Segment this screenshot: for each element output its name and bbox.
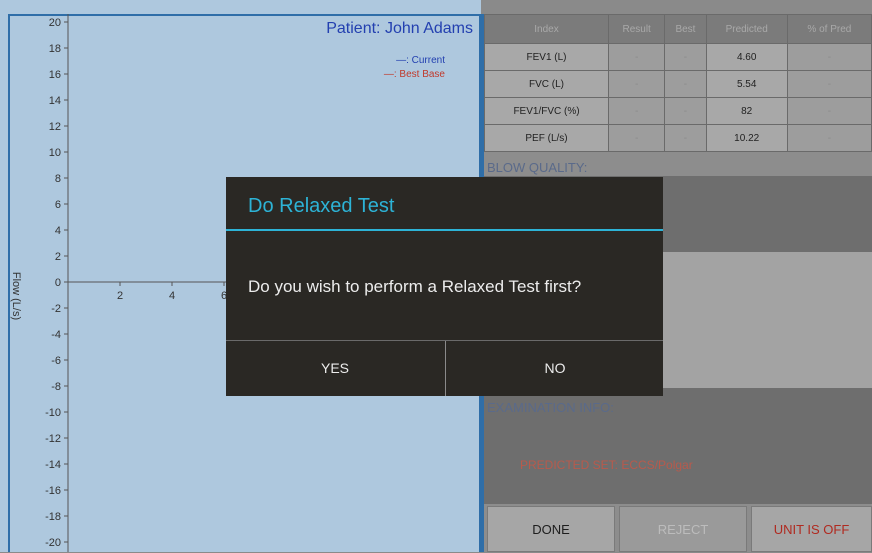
predicted-set-text: PREDICTED SET: ECCS/Polgar (520, 458, 693, 472)
row-index-cell: FEV1/FVC (%) (483, 97, 610, 125)
best-cell: - (664, 97, 707, 125)
results-table: Index Result Best Predicted % of Pred FE… (483, 14, 872, 152)
y-tick-label: -10 (45, 407, 61, 419)
legend-current: —: Current (396, 55, 445, 66)
y-tick-label: 0 (55, 277, 61, 289)
relaxed-test-dialog: Do Relaxed Test Do you wish to perform a… (226, 177, 663, 396)
dialog-divider (226, 229, 663, 231)
pct-pred-cell: - (786, 43, 872, 71)
action-buttons: DONE REJECT UNIT IS OFF (484, 506, 872, 552)
result-cell: - (608, 70, 666, 98)
col-header-predicted: Predicted (705, 14, 788, 44)
table-row: PEF (L/s) - - 10.22 - (483, 124, 872, 152)
predicted-cell: 82 (705, 97, 788, 125)
y-tick-label: 10 (49, 147, 61, 159)
table-row: FEV1/FVC (%) - - 82 - (483, 97, 872, 125)
row-index-cell: FEV1 (L) (483, 43, 610, 71)
pct-pred-cell: - (786, 97, 872, 125)
pct-pred-cell: - (786, 124, 872, 152)
best-cell: - (664, 124, 707, 152)
y-tick-label: -12 (45, 433, 61, 445)
yes-button[interactable]: YES (226, 341, 444, 396)
result-cell: - (608, 43, 666, 71)
y-tick-label: 2 (55, 251, 61, 263)
y-tick-label: 12 (49, 121, 61, 133)
dialog-message: Do you wish to perform a Relaxed Test fi… (248, 277, 582, 296)
predicted-cell: 10.22 (705, 124, 788, 152)
y-tick-label: 20 (49, 17, 61, 29)
reject-button[interactable]: REJECT (619, 506, 747, 552)
no-button[interactable]: NO (445, 341, 664, 396)
unit-status-button[interactable]: UNIT IS OFF (751, 506, 872, 552)
patient-title: Patient: John Adams (326, 20, 473, 37)
row-index-cell: FVC (L) (483, 70, 610, 98)
row-index-cell: PEF (L/s) (483, 124, 610, 152)
col-header-result: Result (608, 14, 666, 44)
y-tick-label: -4 (51, 329, 61, 341)
legend-best-base: —: Best Base (383, 69, 445, 80)
col-header-index: Index (483, 14, 610, 44)
y-tick-label: -6 (51, 355, 61, 367)
col-header-pct-pred: % of Pred (786, 14, 872, 44)
y-tick-label: -14 (45, 459, 61, 471)
dialog-button-bar: YES NO (226, 340, 663, 396)
y-tick-label: 18 (49, 43, 61, 55)
exam-info-label: EXAMINATION INFO: (487, 400, 614, 415)
y-tick-label: -20 (45, 537, 61, 549)
col-header-best: Best (664, 14, 707, 44)
y-tick-label: 6 (55, 199, 61, 211)
y-tick-label: 16 (49, 69, 61, 81)
y-tick-label: 8 (55, 173, 61, 185)
pct-pred-cell: - (786, 70, 872, 98)
y-tick-label: -16 (45, 485, 61, 497)
y-tick-label: -18 (45, 511, 61, 523)
table-row: FEV1 (L) - - 4.60 - (483, 43, 872, 71)
y-axis-label: Flow (L/s) (10, 271, 23, 321)
chart-legend: —: Current —: Best Base (384, 54, 445, 82)
dialog-title: Do Relaxed Test (248, 195, 395, 217)
predicted-cell: 4.60 (705, 43, 788, 71)
y-tick-label: 14 (49, 95, 61, 107)
blow-quality-label: BLOW QUALITY: (487, 160, 588, 175)
result-cell: - (608, 124, 666, 152)
results-header-row: Index Result Best Predicted % of Pred (483, 14, 872, 44)
y-tick-label: -2 (51, 303, 61, 315)
done-button[interactable]: DONE (487, 506, 615, 552)
predicted-cell: 5.54 (705, 70, 788, 98)
y-tick-label: -8 (51, 381, 61, 393)
table-row: FVC (L) - - 5.54 - (483, 70, 872, 98)
y-tick-label: 4 (55, 225, 61, 237)
result-cell: - (608, 97, 666, 125)
x-tick-label: 2 (117, 290, 123, 302)
best-cell: - (664, 70, 707, 98)
x-tick-label: 4 (169, 290, 175, 302)
best-cell: - (664, 43, 707, 71)
